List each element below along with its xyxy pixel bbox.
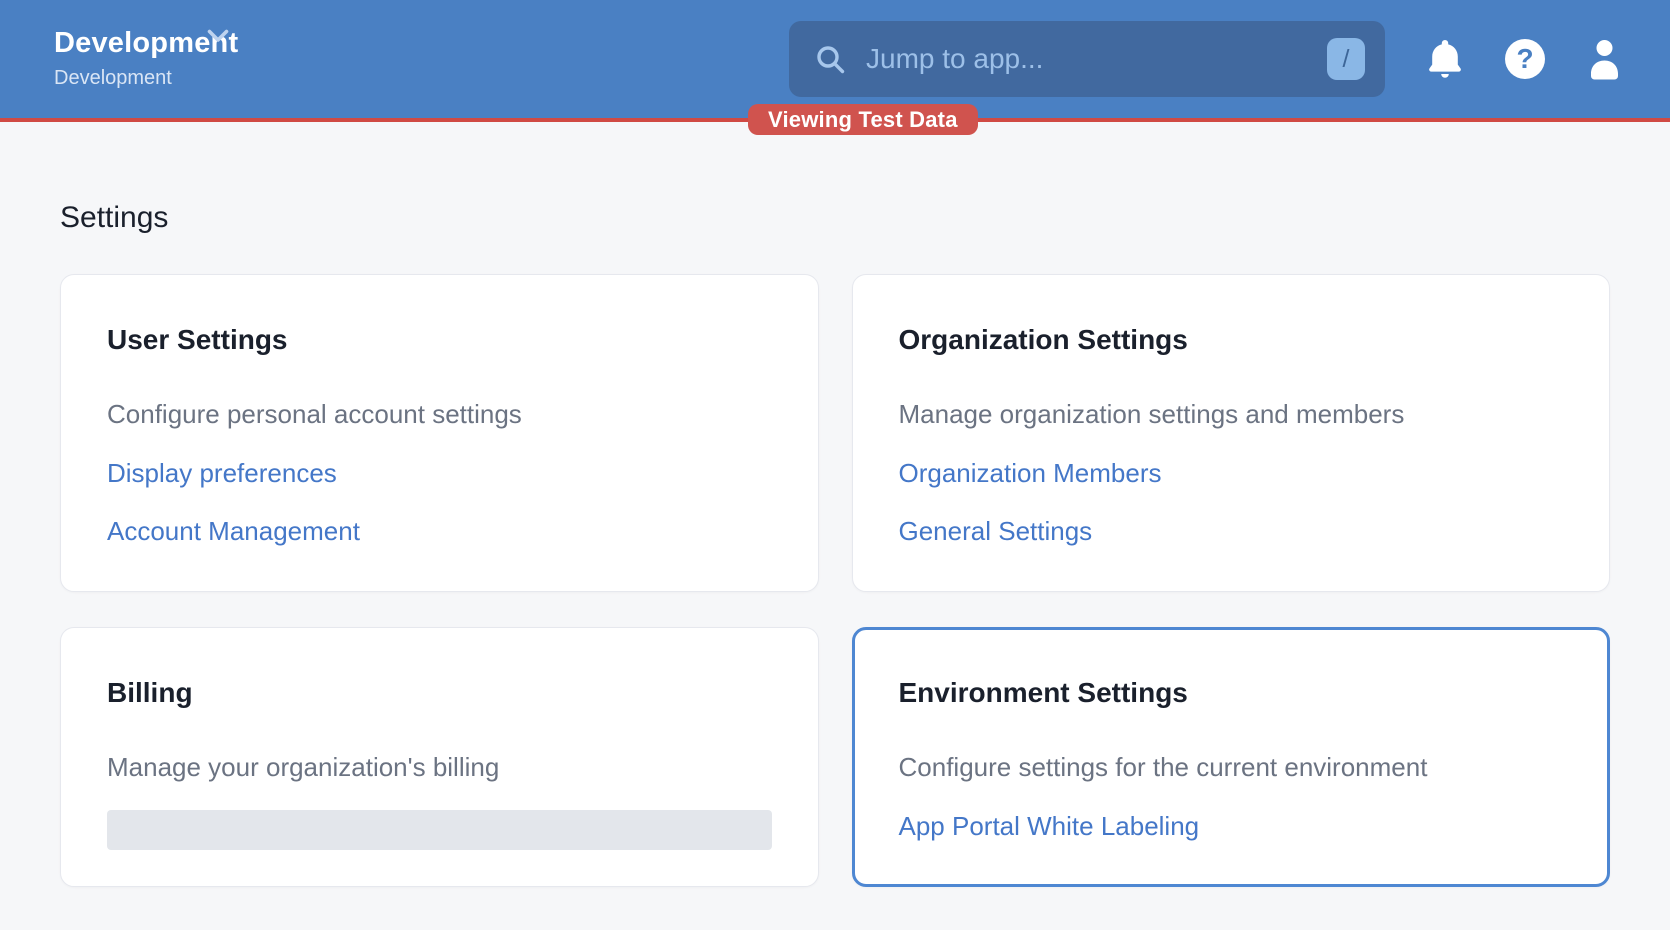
top-navigation-bar: Development Development /	[0, 0, 1670, 118]
chevron-down-icon	[207, 29, 229, 48]
card-description: Configure settings for the current envir…	[899, 751, 1564, 783]
topbar-actions: ?	[1429, 0, 1620, 118]
organization-settings-card: Organization Settings Manage organizatio…	[852, 274, 1611, 592]
settings-page: Settings User Settings Configure persona…	[0, 200, 1670, 887]
display-preferences-link[interactable]: Display preferences	[107, 457, 337, 489]
app-portal-white-labeling-link[interactable]: App Portal White Labeling	[899, 810, 1200, 842]
viewing-test-data-badge: Viewing Test Data	[748, 104, 978, 135]
search-icon	[815, 44, 846, 75]
card-title: Billing	[107, 676, 772, 710]
settings-card-grid: User Settings Configure personal account…	[60, 274, 1610, 887]
card-title: Organization Settings	[899, 323, 1564, 357]
page-title: Settings	[60, 200, 1610, 236]
question-mark-glyph: ?	[1516, 45, 1533, 73]
bell-icon	[1429, 38, 1461, 81]
slash-shortcut-badge: /	[1327, 38, 1365, 80]
billing-loading-placeholder	[107, 810, 772, 850]
help-button[interactable]: ?	[1505, 39, 1545, 79]
user-icon	[1589, 39, 1620, 80]
notifications-button[interactable]	[1429, 38, 1461, 81]
card-title: Environment Settings	[899, 676, 1564, 710]
organization-members-link[interactable]: Organization Members	[899, 457, 1162, 489]
card-description: Configure personal account settings	[107, 398, 772, 430]
account-button[interactable]	[1589, 39, 1620, 80]
search-input[interactable]	[864, 42, 1327, 76]
question-mark-icon: ?	[1505, 39, 1545, 79]
card-description: Manage organization settings and members	[899, 398, 1564, 430]
card-description: Manage your organization's billing	[107, 751, 772, 783]
card-title: User Settings	[107, 323, 772, 357]
card-links: App Portal White Labeling	[899, 810, 1564, 842]
jump-to-app-search[interactable]: /	[789, 21, 1385, 97]
account-management-link[interactable]: Account Management	[107, 515, 360, 547]
environment-sublabel: Development	[54, 66, 238, 90]
card-links: Display preferences Account Management	[107, 457, 772, 547]
environment-settings-card: Environment Settings Configure settings …	[852, 627, 1611, 887]
billing-card: Billing Manage your organization's billi…	[60, 627, 819, 887]
user-settings-card: User Settings Configure personal account…	[60, 274, 819, 592]
general-settings-link[interactable]: General Settings	[899, 515, 1093, 547]
card-links: Organization Members General Settings	[899, 457, 1564, 547]
app-root: Development Development /	[0, 0, 1670, 930]
